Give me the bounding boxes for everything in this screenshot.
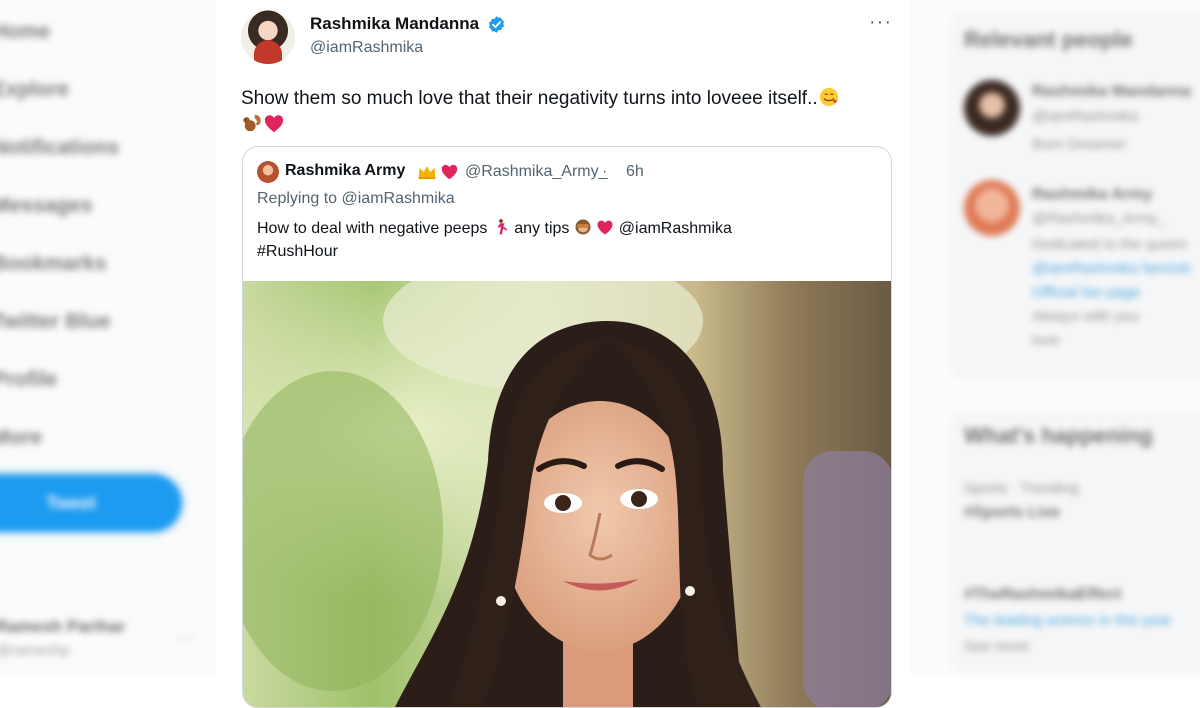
- left-sidebar: Home Explore Notifications Messages Book…: [0, 0, 215, 675]
- relevant-person-bio: Dedicated to the queen: [1032, 236, 1188, 253]
- relevant-person-handle[interactable]: @Rashmika_Army_: [1032, 210, 1166, 227]
- relevant-person-name[interactable]: Rashmika Mandanna: [1032, 83, 1191, 101]
- more-options-icon[interactable]: ···: [869, 11, 892, 34]
- squirrel-icon: [243, 114, 261, 132]
- sidebar-item-explore[interactable]: Explore: [0, 78, 69, 102]
- red-heart-icon: [264, 115, 284, 133]
- verified-badge-icon: [488, 16, 505, 33]
- tweet-text-content: Show them so much love that their negati…: [241, 88, 818, 109]
- woman-dancing-icon: [497, 219, 507, 235]
- relevant-person-avatar[interactable]: [964, 180, 1020, 236]
- quoted-tweet-photo[interactable]: [243, 281, 891, 707]
- quoted-mention-link[interactable]: @iamRashmika: [619, 220, 732, 237]
- account-handle[interactable]: @rameshp: [0, 642, 70, 659]
- tweet-button[interactable]: Tweet: [0, 474, 182, 532]
- red-heart-icon: [597, 220, 613, 235]
- relevant-person-bio: Born Dreamer: [1032, 136, 1127, 153]
- replying-to: Replying to @iamRashmika: [257, 190, 455, 208]
- quoted-avatar[interactable]: [257, 161, 279, 183]
- whats-happening-title: What's happening: [964, 423, 1153, 448]
- main-column: Rashmika Mandanna @iamRashmika ··· Show …: [215, 0, 910, 708]
- relevant-person-bio-link[interactable]: @iamRashmika fanclub: [1032, 260, 1191, 277]
- sidebar-item-profile[interactable]: Profile: [0, 368, 57, 392]
- quoted-tweet-text: How to deal with negative peeps any tips…: [257, 217, 877, 263]
- author-name[interactable]: Rashmika Mandanna: [310, 14, 479, 34]
- quoted-separator: ·: [602, 163, 608, 180]
- relevant-person-avatar[interactable]: [964, 80, 1020, 136]
- replying-to-link[interactable]: @iamRashmika: [342, 190, 455, 207]
- left-sidebar-blur-layer: Home Explore Notifications Messages Book…: [0, 0, 215, 675]
- hashtag-link[interactable]: #RushHour: [257, 243, 338, 260]
- trend-name[interactable]: #Sports Live: [964, 504, 1060, 522]
- crown-icon: [418, 166, 436, 180]
- relevant-person-bio: love: [1032, 332, 1060, 349]
- quoted-timestamp[interactable]: 6h: [626, 163, 644, 181]
- see-no-evil-monkey-icon: [575, 219, 591, 235]
- quoted-tweet-card[interactable]: Rashmika Army @Rashmika_Army_ · 6h Reply…: [242, 146, 892, 708]
- relevant-people-title: Relevant people: [964, 27, 1133, 52]
- quoted-text-part1: How to deal with negative peeps: [257, 220, 488, 237]
- trend-meta: Sports · Trending: [964, 480, 1080, 497]
- right-sidebar: Relevant people Rashmika Mandanna @iamRa…: [910, 0, 1200, 675]
- portrait-photo-image: [243, 281, 891, 707]
- smiling-face-with-hearts-icon: [819, 87, 838, 107]
- relevant-person-bio: Always with you: [1032, 308, 1139, 325]
- quoted-author-name[interactable]: Rashmika Army: [285, 162, 405, 180]
- relevant-person-bio-link[interactable]: Official fan page: [1032, 284, 1140, 301]
- sidebar-item-notifications[interactable]: Notifications: [0, 136, 119, 160]
- whats-happening-panel: [950, 410, 1200, 675]
- sidebar-item-twitter-blue[interactable]: Twitter Blue: [0, 310, 111, 334]
- right-sidebar-blur-layer: Relevant people Rashmika Mandanna @iamRa…: [910, 0, 1200, 675]
- quoted-text-part2: any tips: [514, 220, 570, 237]
- sidebar-item-messages[interactable]: Messages: [0, 194, 92, 218]
- author-handle[interactable]: @iamRashmika: [310, 39, 423, 57]
- sidebar-item-more[interactable]: More: [0, 426, 42, 450]
- account-name[interactable]: Ramesh Parihar: [0, 617, 125, 637]
- red-heart-icon: [441, 164, 458, 180]
- sidebar-item-home[interactable]: Home: [0, 20, 50, 44]
- replying-to-prefix: Replying to: [257, 190, 342, 207]
- account-menu-icon[interactable]: ···: [176, 628, 194, 649]
- trend-more-link[interactable]: See more: [964, 638, 1029, 655]
- relevant-person-handle[interactable]: @iamRashmika: [1032, 108, 1138, 125]
- quoted-author-handle[interactable]: @Rashmika_Army_: [465, 163, 608, 181]
- trend-description[interactable]: The leading actress in this year: [964, 612, 1172, 629]
- avatar[interactable]: [241, 10, 295, 64]
- sidebar-item-bookmarks[interactable]: Bookmarks: [0, 252, 106, 276]
- tweet-text: Show them so much love that their negati…: [241, 86, 891, 138]
- relevant-person-name[interactable]: Rashmika Army: [1032, 186, 1152, 204]
- trend-name[interactable]: #TheRashmikaEffect: [964, 586, 1121, 604]
